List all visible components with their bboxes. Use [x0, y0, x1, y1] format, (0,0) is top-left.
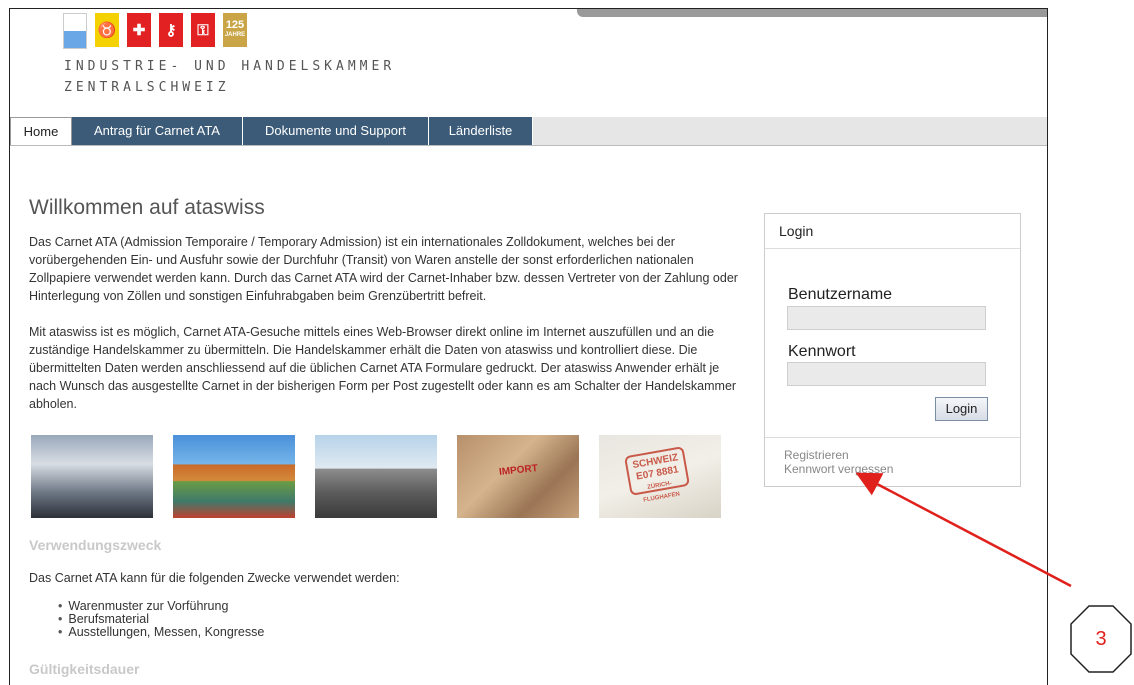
- step-number-text: 3: [1095, 628, 1107, 650]
- annotation-overlay: [855, 472, 1072, 588]
- step-number-badge: 3: [1069, 604, 1133, 674]
- annotation-arrow: [855, 472, 1072, 588]
